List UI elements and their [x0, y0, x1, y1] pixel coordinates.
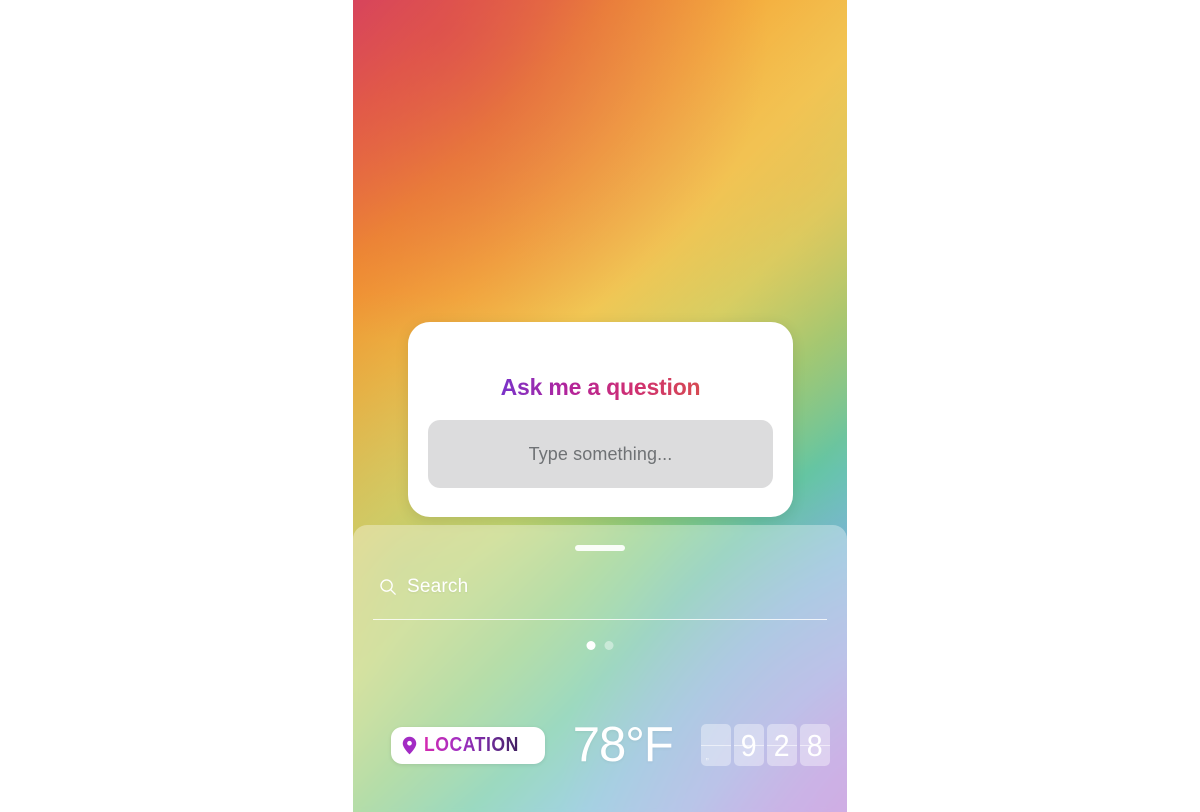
map-pin-icon [402, 736, 417, 754]
temperature-sticker[interactable]: 78°F [573, 720, 674, 770]
tray-page-dots [586, 641, 614, 650]
sticker-tray-sheet[interactable]: Search LOCATION 78°F „ 9 2 8 [353, 525, 847, 812]
location-sticker[interactable]: LOCATION [391, 726, 545, 764]
clock-digit-3: 2 [773, 727, 790, 763]
question-answer-placeholder: Type something... [528, 443, 673, 464]
tray-drag-handle[interactable] [575, 545, 625, 551]
question-sticker-card[interactable]: Ask me a question Type something... [408, 322, 793, 517]
search-icon [380, 579, 396, 595]
location-sticker-label: LOCATION [424, 733, 519, 756]
clock-sticker[interactable]: „ 9 2 8 [700, 724, 830, 766]
clock-digit-4: 8 [806, 727, 823, 763]
search-divider [373, 619, 827, 621]
sticker-row: LOCATION 78°F „ 9 2 8 [353, 710, 847, 780]
search-row[interactable]: Search [379, 573, 468, 601]
clock-ampm-mark: „ [705, 751, 709, 761]
question-sticker-title: Ask me a question [500, 374, 701, 400]
question-answer-input[interactable]: Type something... [428, 420, 773, 488]
clock-tile-4: 8 [799, 724, 830, 766]
screenshot-root: Ask me a question Type something... Sear… [0, 0, 1200, 812]
page-dot-1[interactable] [586, 641, 596, 650]
clock-tile-2: 9 [733, 724, 764, 766]
search-input-placeholder[interactable]: Search [407, 576, 468, 598]
clock-digit-2: 9 [740, 727, 757, 763]
story-canvas[interactable]: Ask me a question Type something... Sear… [353, 0, 847, 812]
clock-tile-3: 2 [766, 724, 797, 766]
clock-tile-1: „ [700, 724, 731, 766]
page-dot-2[interactable] [604, 641, 614, 650]
